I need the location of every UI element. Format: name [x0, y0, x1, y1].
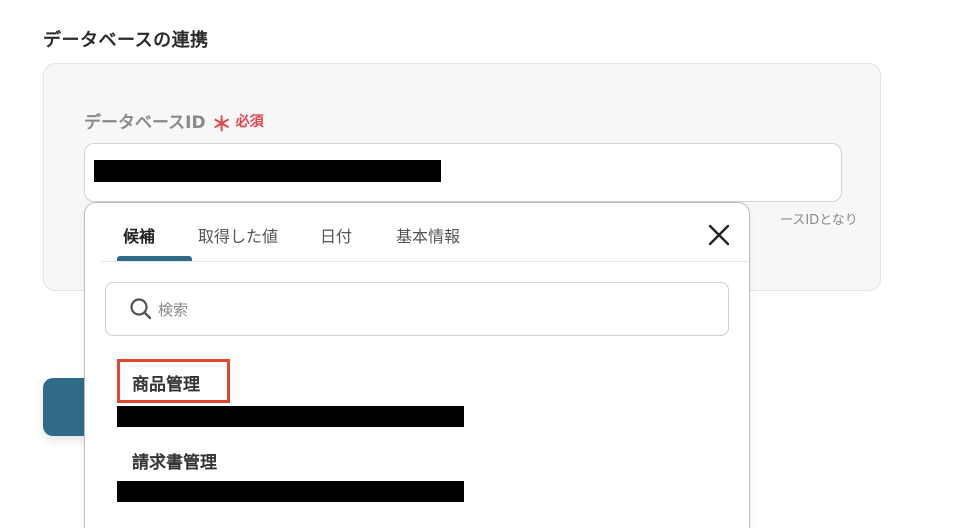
section-title: データベースの連携 — [43, 30, 209, 51]
required-mark: ＊ — [211, 112, 232, 136]
search-input[interactable]: 検索 — [105, 282, 729, 336]
search-placeholder: 検索 — [158, 301, 189, 319]
redacted-option-id — [117, 481, 464, 502]
option-label: 請求書管理 — [132, 453, 217, 473]
database-id-label: データベースID ＊ 必須 — [84, 106, 264, 136]
search-icon — [128, 296, 154, 322]
tab-basic-info[interactable]: 基本情報 — [396, 223, 460, 247]
tab-date[interactable]: 日付 — [320, 223, 352, 247]
database-id-label-text: データベースID — [84, 113, 206, 133]
field-hint: ースIDとなり — [780, 213, 858, 228]
required-text: 必須 — [235, 113, 264, 130]
tab-candidates[interactable]: 候補 — [123, 223, 155, 247]
tab-retrieved-values[interactable]: 取得した値 — [198, 223, 278, 247]
option-label: 商品管理 — [132, 375, 200, 395]
suggestion-popup: 候補 取得した値 日付 基本情報 検索 商品管理 請求書管理 — [84, 202, 750, 528]
popup-tabs: 候補 取得した値 日付 基本情報 — [101, 203, 749, 262]
active-tab-indicator — [117, 256, 192, 261]
close-icon[interactable] — [705, 221, 733, 249]
redacted-option-id — [117, 406, 464, 427]
redacted-input-value — [94, 160, 441, 182]
page: データベースの連携 データベースID ＊ 必須 ースIDとなり 候補 取得した値… — [0, 0, 958, 528]
